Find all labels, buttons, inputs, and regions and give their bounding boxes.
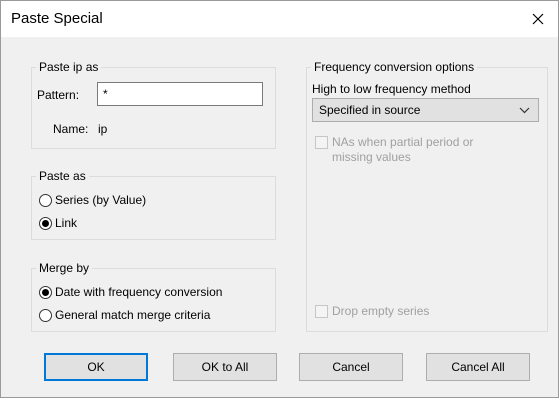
- general-match-merge-label: General match merge criteria: [55, 308, 211, 322]
- method-label: High to low frequency method: [312, 82, 471, 96]
- cancel-all-button[interactable]: Cancel All: [426, 353, 530, 381]
- checkbox-icon: [315, 136, 328, 149]
- merge-by-legend: Merge by: [36, 260, 93, 276]
- series-by-value-radio[interactable]: Series (by Value): [39, 191, 146, 209]
- drop-empty-series-label: Drop empty series: [332, 304, 430, 318]
- ok-button[interactable]: OK: [44, 353, 148, 381]
- dialog-title: Paste Special: [11, 10, 103, 27]
- link-label: Link: [55, 216, 78, 230]
- link-radio[interactable]: Link: [39, 214, 77, 232]
- checkbox-icon: [315, 305, 328, 318]
- paste-ip-as-legend: Paste ip as: [36, 59, 102, 75]
- date-frequency-conversion-radio[interactable]: Date with frequency conversion: [39, 283, 222, 301]
- paste-as-legend: Paste as: [36, 168, 89, 184]
- general-match-merge-radio[interactable]: General match merge criteria: [39, 306, 210, 324]
- drop-empty-series-checkbox[interactable]: Drop empty series: [315, 304, 429, 319]
- close-icon: [532, 13, 544, 25]
- radio-unchecked-icon: [39, 193, 52, 207]
- name-value: ip: [98, 122, 108, 136]
- paste-special-dialog: Paste Special Paste ip as Pattern: Name:…: [0, 0, 559, 398]
- date-frequency-conversion-label: Date with frequency conversion: [55, 285, 223, 299]
- frequency-method-value: Specified in source: [319, 103, 421, 117]
- nas-label-line1: NAs when partial period or: [332, 135, 474, 149]
- close-button[interactable]: [518, 1, 558, 37]
- frequency-method-dropdown[interactable]: Specified in source: [312, 98, 539, 122]
- radio-checked-icon: [39, 216, 52, 230]
- nas-partial-period-checkbox[interactable]: NAs when partial period or missing value…: [315, 135, 473, 165]
- frequency-options-legend: Frequency conversion options: [311, 59, 478, 75]
- cancel-button[interactable]: Cancel: [299, 353, 403, 381]
- nas-label-line2: missing values: [332, 150, 411, 164]
- title-bar: Paste Special: [1, 1, 558, 37]
- name-label: Name:: [53, 122, 89, 136]
- pattern-input[interactable]: [97, 82, 263, 106]
- radio-unchecked-icon: [39, 308, 52, 322]
- ok-to-all-button[interactable]: OK to All: [173, 353, 277, 381]
- series-by-value-label: Series (by Value): [55, 193, 147, 207]
- pattern-label: Pattern:: [37, 88, 80, 102]
- radio-checked-icon: [39, 285, 52, 299]
- chevron-down-icon: [519, 107, 530, 114]
